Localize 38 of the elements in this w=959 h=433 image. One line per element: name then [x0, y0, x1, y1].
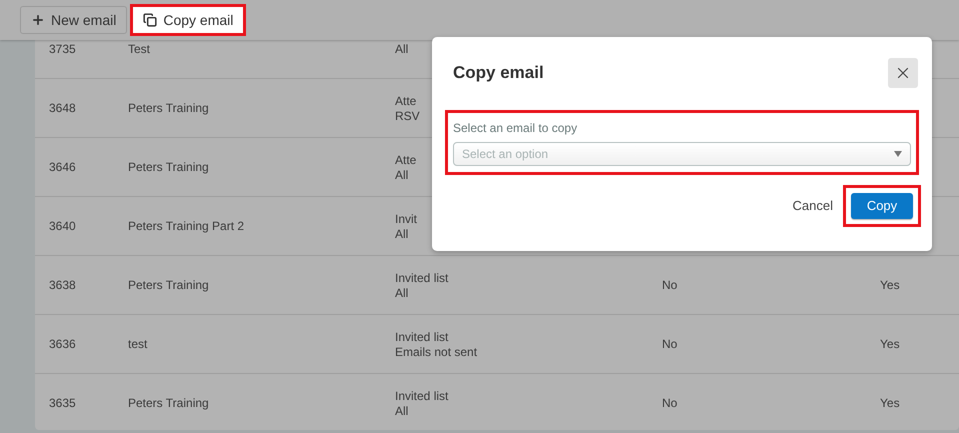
- table-cell-text: 3640: [48, 218, 77, 235]
- table-cell-text: 3636: [48, 336, 77, 353]
- table-cell: Atte RSV: [395, 94, 420, 124]
- table-cell: No: [662, 396, 678, 410]
- table-cell: All: [395, 42, 408, 57]
- table-cell-text: 3638: [48, 277, 77, 294]
- table-cell-text: 3635: [48, 395, 77, 412]
- plus-icon: [31, 13, 45, 27]
- close-button[interactable]: [888, 58, 918, 88]
- placeholder: Select an option: [462, 146, 548, 163]
- table-cell: Atte All: [395, 153, 416, 183]
- table-cell-text: Peters Training: [128, 395, 210, 412]
- table-cell: Invited list All: [395, 389, 448, 419]
- table-cell: No: [662, 337, 678, 351]
- table-cell-text: Yes: [880, 277, 900, 294]
- dialog-title: Copy email: [453, 62, 544, 84]
- table-cell-text: Test: [128, 41, 152, 58]
- copy-email-button[interactable]: Copy email: [130, 4, 246, 36]
- copy-button[interactable]: Copy: [851, 193, 913, 219]
- field-label: Select an email to copy: [453, 120, 578, 137]
- table-cell: No: [662, 278, 678, 292]
- table-cell-text: test: [128, 336, 148, 353]
- table-cell-text: Peters Training: [128, 277, 210, 294]
- table-cell: Invited list Emails not sent: [395, 330, 478, 360]
- table-cell-text: Peters Training: [128, 100, 210, 117]
- table-cell: Invit All: [395, 212, 418, 242]
- copy-icon: [143, 13, 158, 27]
- cancel-button[interactable]: Cancel: [788, 196, 837, 216]
- dropdown-caret-icon: [894, 151, 902, 157]
- table-cell-text: 3646: [48, 159, 77, 176]
- table-cell: Invited list All: [395, 271, 448, 301]
- table-cell-text: Peters Training Part 2: [128, 218, 246, 235]
- table-cell-text: 3735: [48, 41, 77, 58]
- table-cell-text: 3648: [48, 100, 77, 117]
- table-cell-text: Yes: [880, 336, 900, 353]
- new-email-button[interactable]: New email: [20, 6, 128, 34]
- table-cell-text: Peters Training: [128, 159, 210, 176]
- table-cell-text: Yes: [880, 395, 900, 412]
